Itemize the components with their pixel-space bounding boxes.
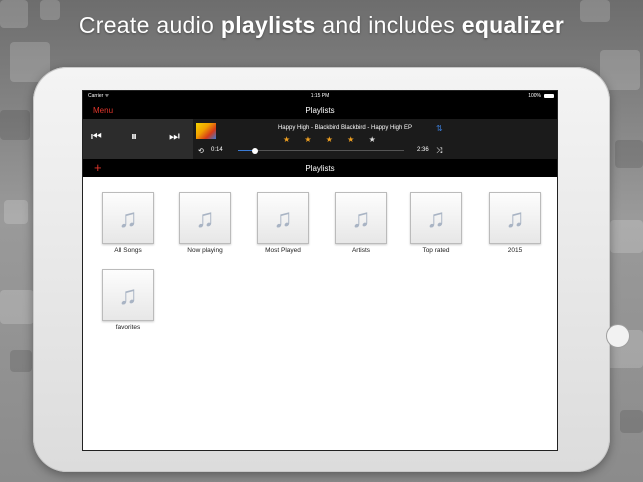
playlist-item[interactable]: ♫ 2015 [489,192,541,254]
headline-bold-1: playlists [220,12,316,38]
status-time: 1:15 PM [310,93,330,99]
headline-text-1: Create audio [78,12,221,38]
playlist-thumbnail: ♫ [489,192,541,244]
home-button[interactable] [606,324,630,348]
playlist-label: Most Played [265,247,301,254]
battery-label: 100% [528,93,541,99]
playlist-item[interactable]: ♫ All Songs [102,192,154,254]
playlist-label: 2015 [507,247,523,254]
pause-button[interactable]: ⏸ [131,129,137,144]
track-title: Happy High - Blackbird Blackbird - Happy… [277,125,413,131]
transport-controls: ⏮ ⏸ ⏭ [83,119,193,159]
headline-bold-2: equalizer [461,12,565,38]
playlist-item[interactable]: ♫ Artists [335,192,387,254]
headline: Create audio playlists and includes equa… [0,12,643,39]
nav-bar: Menu Playlists [83,101,557,119]
previous-track-button[interactable]: ⏮ [91,129,102,144]
playlist-label: All Songs [114,247,142,254]
music-note-icon: ♫ [118,280,138,310]
equalizer-icon[interactable]: ⇅ [436,124,443,133]
next-track-button[interactable]: ⏭ [169,129,180,144]
music-note-icon: ♫ [351,203,371,233]
music-note-icon: ♫ [118,203,138,233]
playlist-item[interactable]: ♫ Now playing [179,192,231,254]
rating-stars[interactable]: ★ ★ ★ ★ ★ [283,135,382,144]
status-bar: Carrier ᯤ 1:15 PM 100% [83,91,557,101]
playlist-thumbnail: ♫ [257,192,309,244]
progress-slider[interactable] [238,147,404,154]
playlist-label: Artists [351,247,371,254]
playlist-item[interactable]: ♫ Top rated [410,192,462,254]
battery-icon [544,94,554,98]
music-note-icon: ♫ [505,203,525,233]
progress-knob[interactable] [251,147,258,154]
page-title: Playlists [305,106,335,115]
playlist-thumbnail: ♫ [410,192,462,244]
now-playing-bar: ⏮ ⏸ ⏭ Happy High - Blackbird Blackbird -… [83,119,557,159]
music-note-icon: ♫ [273,203,293,233]
playlist-label: favorites [115,324,141,331]
playlist-thumbnail: ♫ [102,192,154,244]
playlist-thumbnail: ♫ [335,192,387,244]
repeat-icon[interactable]: ⟲ [198,147,204,155]
playlist-thumbnail: ♫ [102,269,154,321]
playlist-label: Top rated [422,247,450,254]
playlist-item[interactable]: ♫ Most Played [257,192,309,254]
playlist-thumbnail: ♫ [179,192,231,244]
rating-stars-empty: ★ [368,135,382,144]
playlist-item[interactable]: ♫ favorites [102,269,154,331]
music-note-icon: ♫ [426,203,446,233]
section-title: Playlists [305,164,335,173]
shuffle-icon[interactable]: ⤨ [436,146,442,156]
playlist-label: Now playing [187,247,223,254]
playlists-toolbar: + Playlists [83,159,557,177]
playlist-grid: ♫ All Songs ♫ Now playing ♫ Most Played … [83,177,557,450]
total-time: 2:36 [417,147,429,153]
album-art[interactable] [196,123,216,139]
headline-text-2: and includes [315,12,462,38]
elapsed-time: 0:14 [211,147,223,153]
rating-stars-filled: ★ ★ ★ ★ [283,135,369,144]
app-screen: Carrier ᯤ 1:15 PM 100% Menu Playlists ⏮ … [83,91,557,450]
music-note-icon: ♫ [195,203,215,233]
